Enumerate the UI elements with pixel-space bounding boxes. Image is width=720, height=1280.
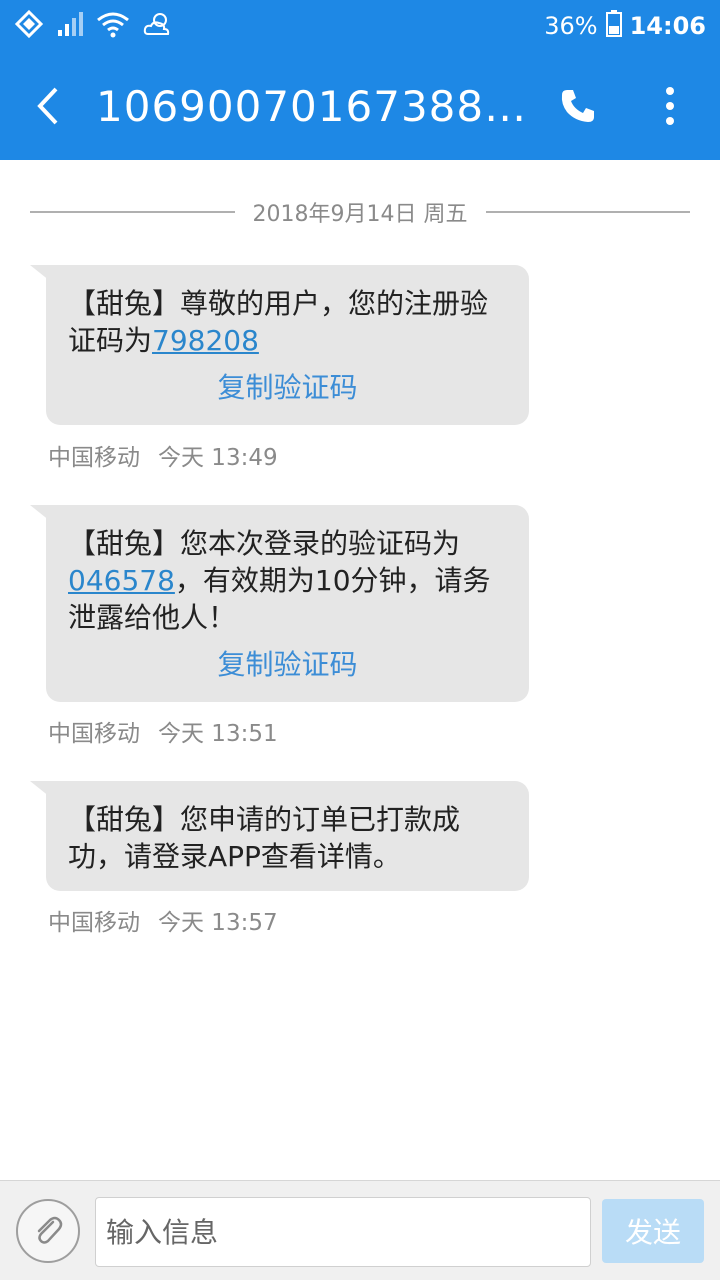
- compose-bar: 发送: [0, 1180, 720, 1280]
- app-bar: 10690070167388…: [0, 52, 720, 160]
- message-text: 【甜兔】您本次登录的验证码为: [68, 527, 461, 560]
- message-text: 【甜兔】尊敬的用户，您的注册验证码为: [68, 287, 489, 357]
- signal-icon: [56, 10, 84, 42]
- message-meta: 中国移动 今天 13:51: [48, 714, 278, 748]
- message-carrier: 中国移动: [48, 910, 140, 936]
- carrier-logo-icon: [14, 9, 44, 43]
- more-vertical-icon: [666, 87, 674, 125]
- message-time: 今天 13:49: [158, 445, 278, 471]
- attach-button[interactable]: [16, 1199, 80, 1263]
- battery-percent: 36%: [544, 12, 598, 40]
- message-time: 今天 13:51: [158, 721, 278, 747]
- message-bubble[interactable]: 【甜兔】尊敬的用户，您的注册验证码为798208 复制验证码: [30, 265, 529, 425]
- message-meta: 中国移动 今天 13:57: [48, 903, 278, 937]
- wifi-icon: [96, 10, 130, 42]
- status-bar: 36% 14:06: [0, 0, 720, 52]
- chevron-left-icon: [37, 87, 58, 125]
- date-divider: 2018年9月14日 周五: [30, 196, 691, 228]
- message-time: 今天 13:57: [158, 910, 278, 936]
- more-options-button[interactable]: [640, 76, 700, 136]
- divider-line: [30, 211, 235, 213]
- message-bubble[interactable]: 【甜兔】您申请的订单已打款成功，请登录APP查看详情。: [30, 781, 529, 891]
- back-button[interactable]: [0, 52, 96, 160]
- message-input[interactable]: [95, 1197, 591, 1267]
- message-bubble[interactable]: 【甜兔】您本次登录的验证码为046578，有效期为10分钟，请务泄露给他人！ 复…: [30, 505, 529, 702]
- verification-code-link[interactable]: 798208: [152, 324, 259, 357]
- message-meta: 中国移动 今天 13:49: [48, 438, 278, 472]
- message-text: 【甜兔】您申请的订单已打款成功，请登录APP查看详情。: [68, 803, 461, 873]
- copy-code-button[interactable]: 复制验证码: [68, 646, 507, 683]
- send-button[interactable]: 发送: [602, 1199, 704, 1263]
- conversation-title: 10690070167388…: [96, 81, 526, 131]
- battery-icon: [605, 9, 622, 43]
- call-button[interactable]: [548, 76, 608, 136]
- verification-code-link[interactable]: 046578: [68, 564, 175, 597]
- message-carrier: 中国移动: [48, 721, 140, 747]
- weather-icon: [142, 10, 172, 42]
- date-label: 2018年9月14日 周五: [252, 202, 468, 227]
- paperclip-icon: [37, 1216, 63, 1244]
- clock: 14:06: [629, 12, 706, 40]
- divider-line: [485, 211, 691, 213]
- phone-icon: [561, 90, 594, 122]
- message-carrier: 中国移动: [48, 445, 140, 471]
- copy-code-button[interactable]: 复制验证码: [68, 369, 507, 406]
